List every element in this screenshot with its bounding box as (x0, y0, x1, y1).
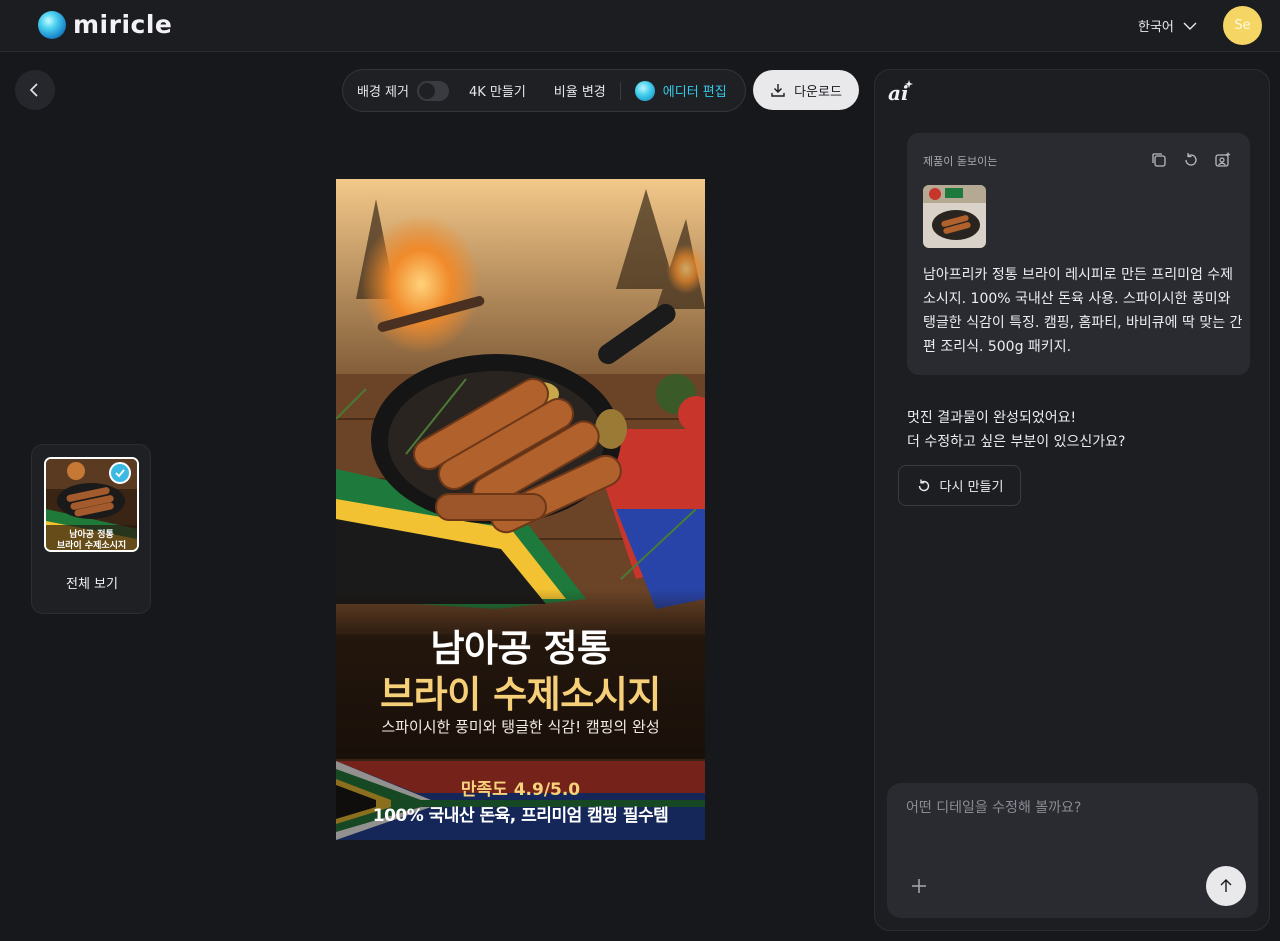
image-person-icon[interactable] (1214, 151, 1232, 169)
view-all-label: 전체 보기 (66, 577, 118, 592)
editor-edit-label: 에디터 편집 (662, 85, 727, 100)
image-rating: 만족도 4.9/5.0 (460, 780, 581, 800)
download-icon (771, 84, 785, 97)
download-label: 다운로드 (794, 84, 842, 100)
ai-reply: 멋진 결과물이 완성되었어요! 더 수정하고 싶은 부분이 있으신가요? (907, 406, 1125, 454)
ai-reply-line1: 멋진 결과물이 완성되었어요! (907, 410, 1077, 426)
top-header: miricle 한국어 Se (0, 0, 1280, 52)
chat-input-box (887, 783, 1258, 918)
thumbnail-caption-2: 브라이 수제소시지 (57, 539, 126, 550)
download-button[interactable]: 다운로드 (753, 70, 859, 110)
svg-text:ai: ai (888, 81, 909, 104)
product-photo-art (336, 179, 705, 840)
change-ratio-button[interactable]: 비율 변경 (554, 81, 606, 100)
back-button[interactable] (15, 70, 55, 110)
remove-background-control: 배경 제거 (357, 80, 449, 101)
chevron-down-icon (1183, 22, 1197, 30)
arrow-up-icon (1220, 879, 1232, 892)
toggle-knob (418, 82, 435, 99)
upscale-4k-button[interactable]: 4K 만들기 (469, 81, 526, 100)
avatar[interactable]: Se (1223, 6, 1262, 45)
toolbar-divider (619, 81, 621, 100)
remove-background-toggle[interactable] (416, 80, 449, 101)
image-tagline: 100% 국내산 돈육, 프리미엄 캠핑 필수템 (372, 806, 669, 826)
image-headline-line2: 브라이 수제소시지 (380, 673, 661, 716)
language-label: 한국어 (1138, 20, 1174, 35)
thumbnail-caption-1: 남아공 정통 (69, 528, 114, 540)
change-ratio-label: 비율 변경 (553, 85, 606, 100)
regenerate-button[interactable]: 다시 만들기 (898, 465, 1021, 506)
image-toolbar: 배경 제거 4K 만들기 비율 변경 에디터 편집 (342, 69, 746, 112)
check-icon (115, 469, 125, 478)
prompt-style-label: 제품이 돋보이는 (923, 155, 998, 168)
remove-background-label: 배경 제거 (357, 85, 409, 100)
image-subline: 스파이시한 풍미와 탱글한 식감! 캠핑의 완성 (381, 718, 660, 736)
selected-check-badge (109, 462, 131, 484)
send-button[interactable] (1206, 866, 1246, 906)
upscale-4k-label: 4K 만들기 (468, 85, 526, 100)
chat-input[interactable] (906, 797, 1236, 857)
plus-icon[interactable] (909, 876, 929, 896)
prompt-text: 남아프리카 정통 브라이 레시피로 만든 프리미엄 수제소시지. 100% 국내… (923, 267, 1243, 355)
copy-icon[interactable] (1150, 151, 1168, 169)
reference-image-art (923, 185, 986, 248)
logo-text: miricle (73, 10, 173, 39)
refresh-icon[interactable] (1182, 151, 1200, 169)
ai-logo-icon: ai (888, 80, 913, 104)
generated-image[interactable]: 남아공 정통 브라이 수제소시지 스파이시한 풍미와 탱글한 식감! 캠핑의 완… (336, 179, 705, 840)
language-selector[interactable]: 한국어 (1138, 16, 1198, 35)
prompt-reference-image[interactable] (923, 185, 986, 248)
editor-logo-icon (634, 80, 655, 101)
refresh-icon (918, 479, 929, 491)
regenerate-label: 다시 만들기 (939, 480, 1004, 495)
chevron-left-icon (29, 83, 38, 97)
ai-reply-line2: 더 수정하고 싶은 부분이 있으신가요? (907, 434, 1126, 450)
variation-thumbnail-card[interactable]: 남아공 정통 브라이 수제소시지 전체 보기 (31, 444, 151, 614)
editor-edit-button[interactable]: 에디터 편집 (634, 80, 727, 101)
logo[interactable]: miricle (38, 10, 172, 39)
logo-mark-icon (38, 10, 66, 39)
